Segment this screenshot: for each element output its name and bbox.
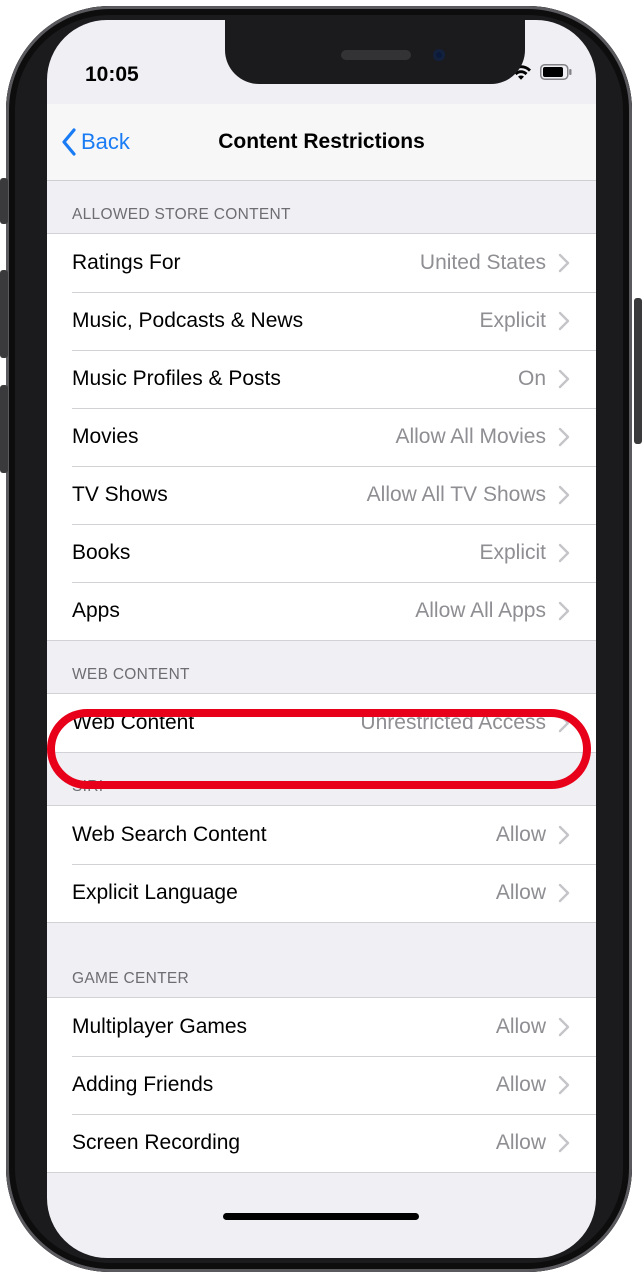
chevron-right-icon [558,1133,570,1153]
volume-down-button [0,385,8,473]
row-value: Allow All Movies [395,425,546,448]
row-label: Music, Podcasts & News [72,309,304,332]
row-web-content[interactable]: Web Content Unrestricted Access [47,694,596,752]
chevron-right-icon [558,369,570,389]
section-header-label: GAME CENTER [72,970,189,987]
section-header-label: SIRI [72,778,104,795]
row-label: Screen Recording [72,1131,241,1154]
row-explicit-language[interactable]: Explicit Language Allow [47,864,596,922]
group-web: Web Content Unrestricted Access [47,693,596,753]
row-music-profiles-posts[interactable]: Music Profiles & Posts On [47,350,596,408]
row-web-search-content[interactable]: Web Search Content Allow [47,806,596,864]
row-value: On [517,367,546,390]
chevron-right-icon [558,427,570,447]
screen: 10:05 Back Content Restrictions ALLOWED … [47,20,596,1258]
row-label: Apps [72,599,120,622]
front-camera [433,49,445,61]
status-time: 10:05 [85,63,139,86]
row-value: Allow All TV Shows [366,483,546,506]
navigation-bar: Back Content Restrictions [47,104,596,181]
chevron-right-icon [558,1075,570,1095]
row-music-podcasts-news[interactable]: Music, Podcasts & News Explicit [47,292,596,350]
chevron-right-icon [558,1017,570,1037]
row-value: United States [419,251,546,274]
row-value: Explicit [479,541,546,564]
chevron-right-icon [558,883,570,903]
silent-switch [0,178,8,224]
row-value: Allow [495,1131,546,1154]
group-siri: Web Search Content Allow Explicit Langua… [47,805,596,923]
chevron-right-icon [558,543,570,563]
chevron-right-icon [558,253,570,273]
row-multiplayer-games[interactable]: Multiplayer Games Allow [47,998,596,1056]
row-apps[interactable]: Apps Allow All Apps [47,582,596,640]
speaker-grille [341,50,411,60]
section-header-siri: SIRI [47,753,596,805]
chevron-right-icon [558,485,570,505]
row-movies[interactable]: Movies Allow All Movies [47,408,596,466]
row-books[interactable]: Books Explicit [47,524,596,582]
row-value: Unrestricted Access [360,711,546,734]
row-value: Allow [495,823,546,846]
row-label: Music Profiles & Posts [72,367,281,390]
volume-up-button [0,270,8,358]
section-header-label: WEB CONTENT [72,666,190,683]
home-indicator[interactable] [223,1213,419,1220]
chevron-right-icon [558,601,570,621]
row-label: Adding Friends [72,1073,214,1096]
section-header-game-center: GAME CENTER [47,923,596,997]
row-value: Allow All Apps [415,599,546,622]
row-ratings-for[interactable]: Ratings For United States [47,234,596,292]
notch [225,20,525,84]
chevron-right-icon [558,713,570,733]
row-value: Explicit [479,309,546,332]
row-adding-friends[interactable]: Adding Friends Allow [47,1056,596,1114]
chevron-right-icon [558,825,570,845]
row-label: Books [72,541,131,564]
row-value: Allow [495,1073,546,1096]
row-label: TV Shows [72,483,168,506]
row-tv-shows[interactable]: TV Shows Allow All TV Shows [47,466,596,524]
row-label: Web Search Content [72,823,267,846]
settings-list: ALLOWED STORE CONTENT Ratings For United… [47,181,596,1173]
side-button [634,298,642,444]
row-label: Explicit Language [72,881,238,904]
group-allowed-store: Ratings For United States Music, Podcast… [47,233,596,641]
battery-icon [540,64,572,80]
row-label: Web Content [72,711,195,734]
row-value: Allow [495,881,546,904]
section-header-label: ALLOWED STORE CONTENT [72,206,291,223]
section-header-web: WEB CONTENT [47,641,596,693]
row-label: Ratings For [72,251,181,274]
chevron-right-icon [558,311,570,331]
row-screen-recording[interactable]: Screen Recording Allow [47,1114,596,1172]
group-game-center: Multiplayer Games Allow Adding Friends A… [47,997,596,1173]
page-title: Content Restrictions [218,130,425,153]
row-value: Allow [495,1015,546,1038]
row-label: Movies [72,425,139,448]
row-label: Multiplayer Games [72,1015,248,1038]
section-header-allowed-store: ALLOWED STORE CONTENT [47,181,596,233]
